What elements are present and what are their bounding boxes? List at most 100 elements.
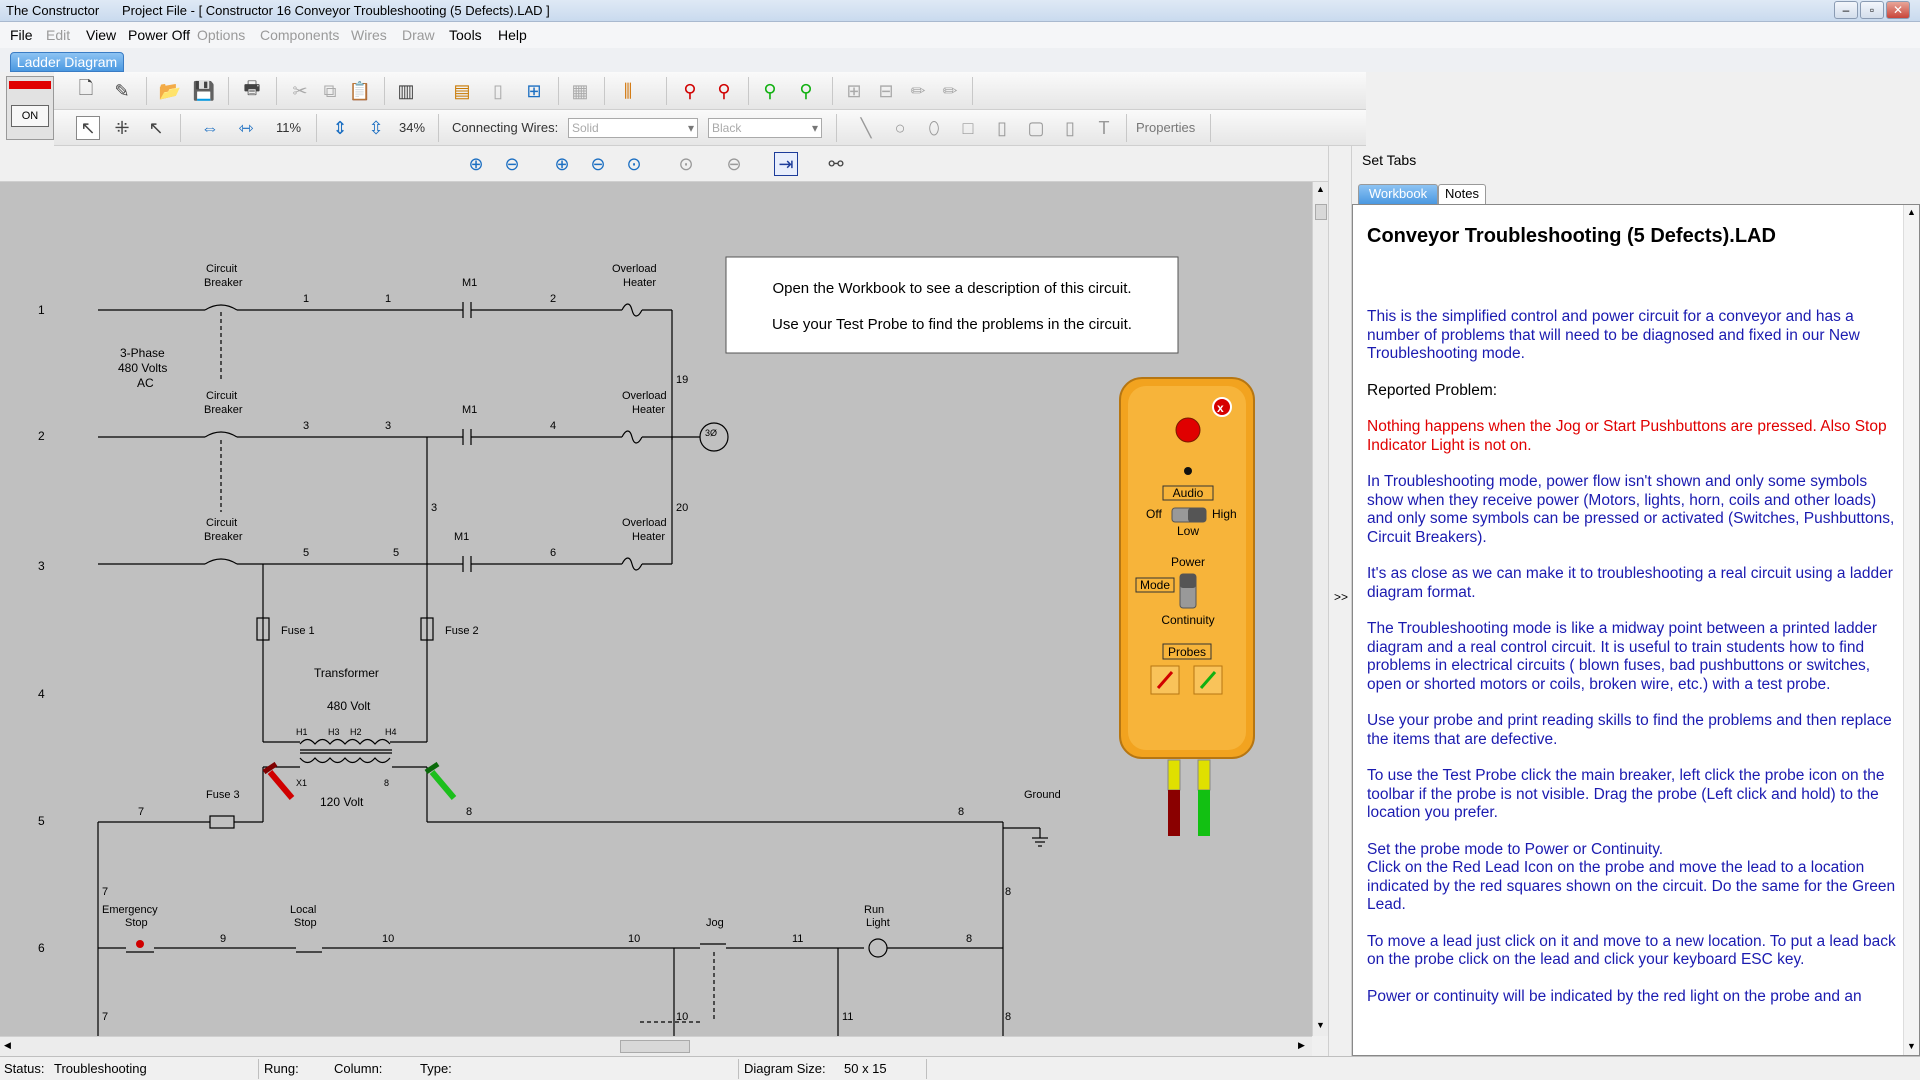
workbook-paragraph: It's as close as we can make it to troub… [1367,565,1893,601]
ladder-grid-icon[interactable]: ▥ [394,79,418,103]
select-component-icon[interactable]: ↖ [144,116,168,140]
square-tool-icon[interactable]: □ [956,116,980,140]
expand-horizontal-icon[interactable]: ⇔ [198,116,222,140]
ladder-canvas[interactable]: 1 2 3 4 5 6 Circuit Breaker Overload Hea… [0,182,1312,1036]
label-stop: Stop [125,917,148,929]
properties-button[interactable]: Properties [1136,120,1195,135]
label-fuse-2: Fuse 2 [445,625,479,637]
cut-icon[interactable]: ✂ [288,79,312,103]
circle-tool-icon[interactable]: ○ [888,116,912,140]
zoom-width-icon[interactable]: ⊖ [586,152,610,176]
tab-workbook[interactable]: Workbook [1358,184,1438,204]
label-ac: AC [137,376,154,390]
label-transformer: Transformer [314,666,379,680]
menu-components[interactable]: Components [260,27,339,43]
group-icon[interactable]: ⊞ [842,79,866,103]
vertical-zoom-value: 34% [399,120,426,135]
zoom-out-icon[interactable]: ⊖ [500,152,524,176]
zoom-fit-icon[interactable]: ⊕ [550,152,574,176]
info-line-2: Use your Test Probe to find the problems… [772,316,1132,333]
ungroup-icon[interactable]: ⊟ [874,79,898,103]
crosshair-icon[interactable]: ⁜ [110,116,134,140]
menu-view[interactable]: View [86,27,116,43]
minimize-button[interactable]: – [1834,1,1858,19]
wire-label: 1 [385,293,391,305]
red-lead-icon[interactable]: ⚲ [678,79,702,103]
label-breaker: Breaker [204,277,243,289]
zoom-normal-icon[interactable]: ⊙ [674,152,698,176]
menu-options[interactable]: Options [197,27,245,43]
maximize-button[interactable]: ▫ [1860,1,1884,19]
wire-style-select[interactable]: Solid [568,118,698,138]
rung-label: Rung: [264,1061,299,1076]
menu-draw[interactable]: Draw [402,27,435,43]
workbook-paragraph: Set the probe mode to Power or Continuit… [1367,840,1896,914]
menu-tools[interactable]: Tools [449,27,482,43]
green-lead-marker[interactable] [424,761,457,800]
svg-text:x: x [1217,401,1224,415]
workbook-scrollbar[interactable]: ▲ ▼ [1903,205,1919,1055]
rectangle-tool-icon[interactable]: ▯ [990,116,1014,140]
zoom-in-icon[interactable]: ⊕ [464,152,488,176]
tab-notes[interactable]: Notes [1438,184,1486,204]
component-list-icon[interactable]: ▤ [450,79,474,103]
emergency-stop-button[interactable] [136,940,144,948]
paste-icon[interactable]: 📋 [348,79,372,103]
close-button[interactable]: ✕ [1886,1,1910,19]
test-probe-icon[interactable]: ⫼ [616,79,640,103]
module-icon[interactable]: ▦ [568,79,592,103]
line-tool-icon[interactable]: ╲ [854,116,878,140]
binoculars-icon[interactable]: ⚯ [824,152,848,176]
panel-splitter[interactable]: >> [1328,146,1352,1056]
label-circuit: Circuit [206,390,237,402]
rounded-rect-tool-icon[interactable]: ▯ [1058,116,1082,140]
pencil-icon[interactable]: ✏ [906,79,930,103]
column-label: Column: [334,1061,383,1076]
shrink-vertical-icon[interactable]: ⇳ [364,116,388,140]
page-icon[interactable]: ▯ [486,79,510,103]
save-icon[interactable]: 💾 [192,79,216,103]
zoom-page-icon[interactable]: ⊙ [622,152,646,176]
label-overload: Overload [622,517,667,529]
expand-vertical-icon[interactable]: ⇕ [328,116,352,140]
green-lead-icon[interactable]: ⚲ [758,79,782,103]
shrink-horizontal-icon[interactable]: ⇿ [234,116,258,140]
new-file-icon[interactable]: 🗋 [74,78,98,103]
red-lead-marker[interactable] [262,761,295,800]
ellipse-tool-icon[interactable]: ⬯ [922,116,946,140]
motor-label: 3Ø [705,428,717,438]
menu-power[interactable]: Power Off [128,27,190,43]
power-switch[interactable]: ON [6,76,54,140]
wire-label: 11 [842,1011,853,1023]
print-icon[interactable]: 🖶 [240,78,264,103]
menu-file[interactable]: File [10,27,33,43]
zoom-reset-icon[interactable]: ⊖ [722,152,746,176]
copy-icon[interactable]: ⧉ [318,79,342,103]
canvas-vertical-scrollbar[interactable]: ▲ ▼ [1312,182,1328,1036]
red-lead-remove-icon[interactable]: ⚲ [712,79,736,103]
test-probe[interactable]: x Audio Off High Low Power Mode Continui… [1119,377,1255,836]
menu-wires[interactable]: Wires [351,27,387,43]
green-lead-remove-icon[interactable]: ⚲ [794,79,818,103]
wire-label: 1 [303,293,309,305]
open-folder-icon[interactable]: 📂 [158,79,182,103]
tab-ladder-diagram[interactable]: Ladder Diagram [10,52,124,72]
wire-label: 4 [550,420,556,432]
pencil-alt-icon[interactable]: ✏ [938,79,962,103]
menu-edit[interactable]: Edit [46,27,70,43]
rounded-square-tool-icon[interactable]: ▢ [1024,116,1048,140]
splitter-toggle[interactable]: >> [1334,590,1348,604]
probe-low-label: Low [1177,524,1199,538]
select-arrow-icon[interactable]: ↖ [76,116,100,140]
power-on-button[interactable]: ON [11,105,49,127]
probe-off-label: Off [1146,507,1162,521]
settings-sliders-icon[interactable]: ⊞ [522,79,546,103]
edit-file-icon[interactable]: ✎ [110,79,134,103]
canvas-horizontal-scrollbar[interactable]: ◀ ▶ [0,1036,1312,1056]
text-tool-icon[interactable]: T [1092,116,1116,140]
wire-label: 8 [384,778,389,788]
wire-color-select[interactable]: Black [708,118,822,138]
menu-help[interactable]: Help [498,27,527,43]
go-to-icon[interactable]: ⇥ [774,152,798,176]
label-m1: M1 [454,531,469,543]
